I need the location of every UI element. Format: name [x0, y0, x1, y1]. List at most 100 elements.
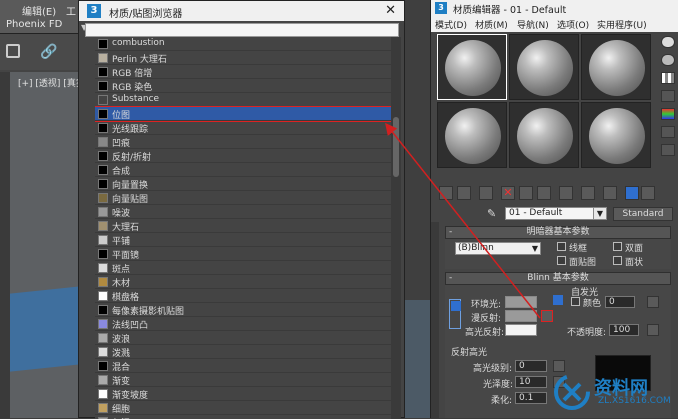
reset-map-icon[interactable]: ✕ [501, 186, 515, 200]
map-list-item[interactable]: 向量贴图 [95, 191, 391, 205]
link-icon[interactable]: 🔗 [40, 44, 57, 60]
go-forward-sibling-icon[interactable] [641, 186, 655, 200]
video-color-check-icon[interactable] [661, 108, 675, 120]
map-list-item[interactable]: Perlin 大理石 [95, 51, 391, 65]
map-list-item[interactable]: 每像素摄影机贴图 [95, 303, 391, 317]
wire-checkbox[interactable] [557, 242, 566, 251]
menu-tools[interactable]: 工 [66, 3, 76, 18]
phoenix-label[interactable]: Phoenix FD [6, 19, 62, 30]
browser-search-input[interactable] [85, 23, 399, 37]
face-map-checkbox[interactable] [557, 256, 566, 265]
map-list-item[interactable]: 细胞 [95, 401, 391, 415]
sample-slot[interactable] [509, 34, 579, 100]
options-icon[interactable] [661, 144, 675, 156]
undo-icon[interactable] [6, 44, 20, 58]
menu-options[interactable]: 选项(O) [557, 18, 589, 31]
map-list-item[interactable]: 渐变 [95, 373, 391, 387]
get-material-icon[interactable] [439, 186, 453, 200]
shader-rollout-header[interactable]: - 明暗器基本参数 [445, 226, 671, 239]
specular-color-swatch[interactable] [505, 324, 537, 336]
map-list-item[interactable]: 混合 [95, 359, 391, 373]
specular-level-spinner[interactable]: 0 [515, 360, 547, 372]
close-icon[interactable]: ✕ [385, 3, 396, 18]
map-list-item[interactable]: 大理石 [95, 219, 391, 233]
map-list-item[interactable]: 法线凹凸 [95, 317, 391, 331]
menu-material[interactable]: 材质(M) [475, 18, 508, 31]
show-end-result-icon[interactable] [603, 186, 617, 200]
put-to-scene-icon[interactable] [457, 186, 471, 200]
chevron-down-icon[interactable]: ▼ [593, 207, 607, 220]
background-icon[interactable] [661, 72, 675, 84]
material-type-button[interactable]: Standard [613, 207, 673, 221]
soften-spinner[interactable]: 0.1 [515, 392, 547, 404]
map-list-item[interactable]: 灰泥 [95, 415, 391, 419]
eyedropper-icon[interactable]: ✎ [487, 207, 501, 221]
diffuse-color-swatch[interactable] [505, 310, 537, 322]
editor-titlebar[interactable]: 3 材质编辑器 - 01 - Default [431, 0, 678, 16]
sample-slot[interactable] [581, 34, 651, 100]
make-preview-icon[interactable] [661, 126, 675, 138]
glossiness-spinner[interactable]: 10 [515, 376, 547, 388]
sample-type-icon[interactable] [661, 36, 675, 48]
diffuse-map-button[interactable] [541, 310, 553, 322]
ambient-color-swatch[interactable] [505, 296, 537, 308]
menu-mode[interactable]: 模式(D) [435, 18, 467, 31]
map-list-item[interactable]: 向量置换 [95, 177, 391, 191]
map-list-item[interactable]: 棋盘格 [95, 289, 391, 303]
sample-slot[interactable] [581, 102, 651, 168]
map-list-item[interactable]: 波浪 [95, 331, 391, 345]
browser-scrollbar[interactable] [391, 37, 401, 419]
map-list-item[interactable]: 渐变坡度 [95, 387, 391, 401]
uv-tiling-icon[interactable] [661, 90, 675, 102]
map-list-item[interactable]: 光线跟踪 [95, 121, 391, 135]
material-id-icon[interactable] [559, 186, 573, 200]
map-list-item[interactable]: combustion [95, 37, 391, 51]
make-unique-icon[interactable] [537, 186, 551, 200]
shader-dropdown[interactable]: (B)Blinn ▼ [455, 242, 541, 255]
scrollbar-thumb[interactable] [393, 117, 399, 177]
menu-utilities[interactable]: 实用程序(U) [597, 18, 647, 31]
map-list-item[interactable]: RGB 倍增 [95, 65, 391, 79]
rollout-scrollbar[interactable] [431, 222, 439, 418]
perspective-viewport[interactable] [10, 72, 80, 418]
sample-slot[interactable] [437, 34, 507, 100]
sample-slot[interactable] [509, 102, 579, 168]
self-illum-color-checkbox[interactable] [571, 297, 580, 306]
show-map-icon[interactable] [581, 186, 595, 200]
faceted-checkbox[interactable] [613, 256, 622, 265]
blinn-rollout-header[interactable]: - Blinn 基本参数 [445, 272, 671, 285]
map-list-item[interactable]: 凹痕 [95, 135, 391, 149]
assign-to-selection-icon[interactable] [479, 186, 493, 200]
map-list-item[interactable]: RGB 染色 [95, 79, 391, 93]
map-list-item[interactable]: 泼溅 [95, 345, 391, 359]
backlight-icon[interactable] [661, 54, 675, 66]
editor-menubar: 模式(D) 材质(M) 导航(N) 选项(O) 实用程序(U) [431, 16, 678, 32]
map-list-item[interactable]: 位图 [95, 106, 391, 122]
map-list[interactable]: combustion Perlin 大理石 RGB 倍增 RGB 染色 Substanc… [95, 37, 391, 419]
self-illum-spinner[interactable]: 0 [605, 296, 635, 308]
opacity-map-button[interactable] [647, 324, 659, 336]
menu-edit[interactable]: 编辑(E) [22, 3, 56, 18]
map-thumbnail [98, 263, 108, 273]
go-to-parent-icon[interactable] [625, 186, 639, 200]
viewport-label[interactable]: [+] [透视] [真实 [18, 76, 85, 89]
opacity-spinner[interactable]: 100 [609, 324, 639, 336]
diffuse-lock-icon[interactable] [553, 295, 563, 305]
map-list-item[interactable]: 噪波 [95, 205, 391, 219]
sample-slot[interactable] [437, 102, 507, 168]
map-list-label: 渐变坡度 [112, 391, 149, 401]
two-sided-checkbox[interactable] [613, 242, 622, 251]
map-list-item[interactable]: Substance [95, 93, 391, 107]
menu-navigation[interactable]: 导航(N) [517, 18, 549, 31]
map-list-item[interactable]: 木材 [95, 275, 391, 289]
map-list-item[interactable]: 平铺 [95, 233, 391, 247]
map-list-item[interactable]: 合成 [95, 163, 391, 177]
browser-titlebar[interactable]: 3 材质/贴图浏览器 ✕ [79, 1, 404, 21]
ambient-diffuse-lock-icon[interactable] [451, 301, 461, 311]
self-illum-map-button[interactable] [647, 296, 659, 308]
map-list-item[interactable]: 斑点 [95, 261, 391, 275]
map-list-item[interactable]: 平面镜 [95, 247, 391, 261]
copy-material-icon[interactable] [519, 186, 533, 200]
material-name-field[interactable]: 01 - Default [505, 207, 605, 220]
map-list-item[interactable]: 反射/折射 [95, 149, 391, 163]
